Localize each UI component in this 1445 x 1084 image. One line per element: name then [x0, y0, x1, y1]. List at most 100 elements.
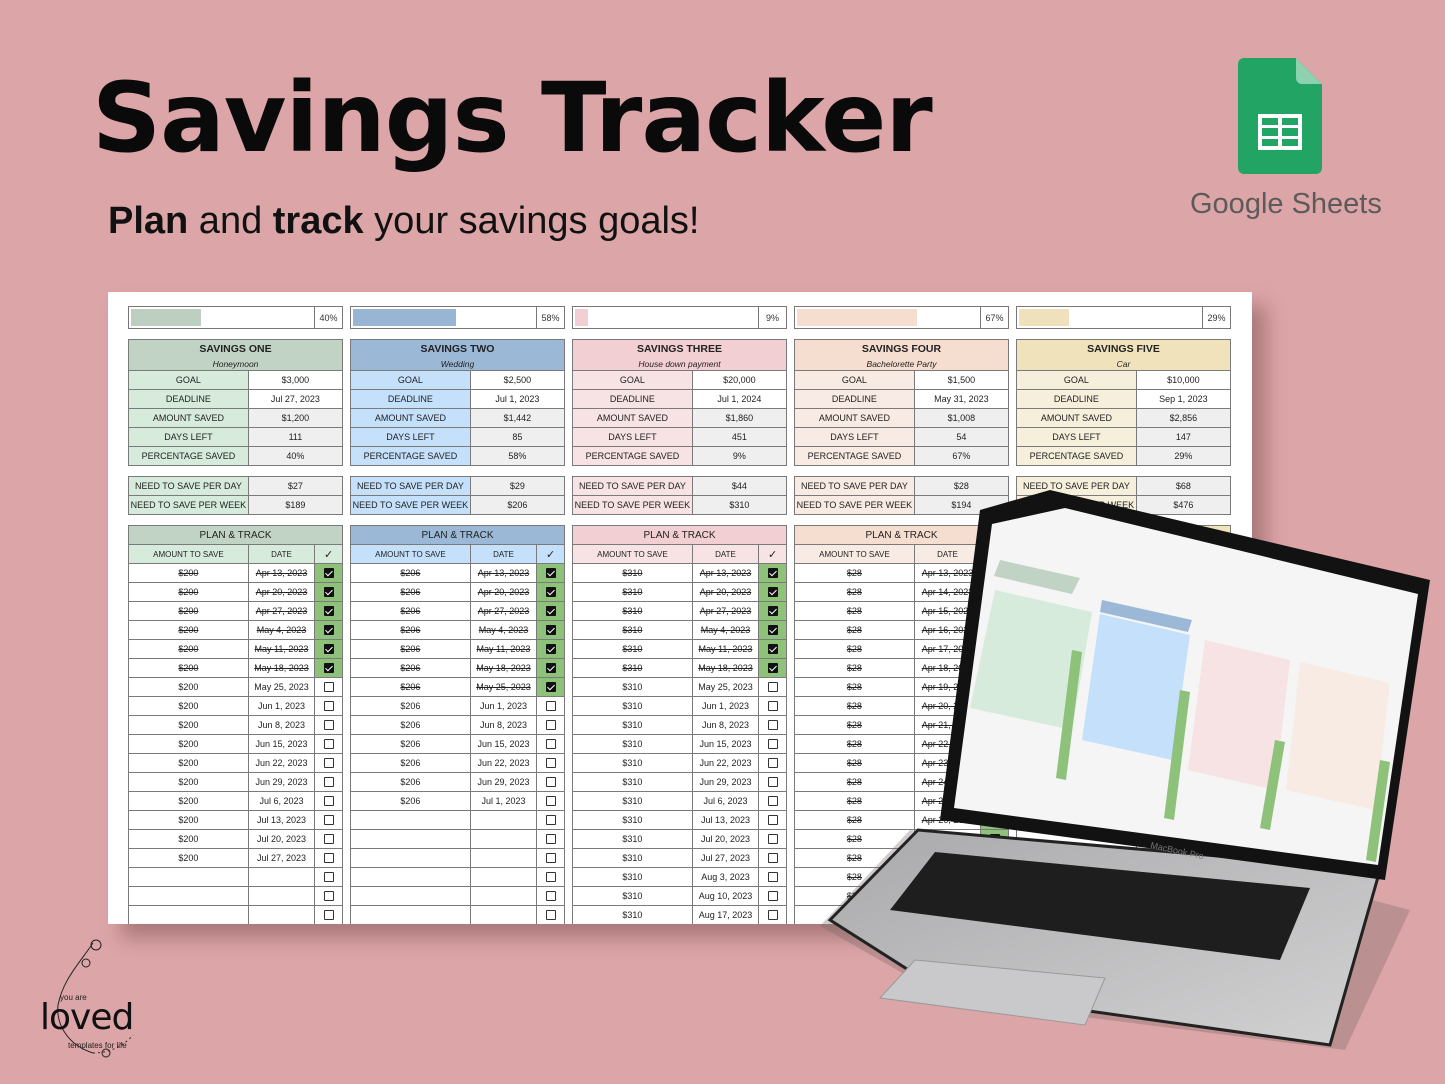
summary-value[interactable]: 54: [913, 427, 1010, 447]
summary-value[interactable]: $1,442: [469, 408, 566, 428]
summary-value[interactable]: 58%: [469, 446, 566, 466]
plan-date[interactable]: Jun 22, 2023: [691, 753, 760, 773]
plan-amount[interactable]: $200: [128, 753, 249, 773]
checked-checkbox[interactable]: [323, 663, 334, 674]
checked-checkbox[interactable]: [323, 644, 334, 655]
plan-amount[interactable]: $200: [128, 620, 249, 640]
summary-value[interactable]: Jul 27, 2023: [247, 389, 344, 409]
unchecked-checkbox[interactable]: [545, 834, 556, 845]
plan-date[interactable]: May 18, 2023: [469, 658, 538, 678]
plan-date[interactable]: [469, 886, 538, 906]
plan-amount[interactable]: $200: [128, 791, 249, 811]
plan-amount[interactable]: $310: [572, 734, 693, 754]
plan-amount[interactable]: $200: [128, 658, 249, 678]
plan-date[interactable]: [469, 905, 538, 924]
checked-checkbox[interactable]: [545, 644, 556, 655]
unchecked-checkbox[interactable]: [767, 834, 778, 845]
unchecked-checkbox[interactable]: [323, 682, 334, 693]
unchecked-checkbox[interactable]: [323, 815, 334, 826]
plan-amount[interactable]: $206: [350, 734, 471, 754]
plan-date[interactable]: Jul 13, 2023: [691, 810, 760, 830]
plan-amount[interactable]: $310: [572, 601, 693, 621]
summary-value[interactable]: $1,500: [913, 370, 1010, 390]
plan-date[interactable]: Jun 8, 2023: [469, 715, 538, 735]
plan-date[interactable]: Jun 29, 2023: [691, 772, 760, 792]
unchecked-checkbox[interactable]: [545, 815, 556, 826]
summary-value[interactable]: $20,000: [691, 370, 788, 390]
unchecked-checkbox[interactable]: [545, 701, 556, 712]
plan-amount[interactable]: $310: [572, 867, 693, 887]
plan-amount[interactable]: [350, 829, 471, 849]
unchecked-checkbox[interactable]: [545, 891, 556, 902]
unchecked-checkbox[interactable]: [545, 720, 556, 731]
summary-value[interactable]: $2,856: [1135, 408, 1232, 428]
plan-amount[interactable]: $200: [128, 677, 249, 697]
plan-amount[interactable]: $200: [128, 715, 249, 735]
plan-amount[interactable]: $310: [572, 753, 693, 773]
plan-amount[interactable]: $206: [350, 696, 471, 716]
unchecked-checkbox[interactable]: [767, 701, 778, 712]
checked-checkbox[interactable]: [545, 587, 556, 598]
plan-amount[interactable]: $310: [572, 772, 693, 792]
plan-amount[interactable]: $200: [128, 772, 249, 792]
unchecked-checkbox[interactable]: [545, 910, 556, 921]
plan-amount[interactable]: [128, 905, 249, 924]
plan-amount[interactable]: $310: [572, 810, 693, 830]
plan-date[interactable]: [469, 867, 538, 887]
checked-checkbox[interactable]: [767, 587, 778, 598]
unchecked-checkbox[interactable]: [767, 682, 778, 693]
summary-value[interactable]: May 31, 2023: [913, 389, 1010, 409]
unchecked-checkbox[interactable]: [767, 796, 778, 807]
plan-date[interactable]: Jun 15, 2023: [691, 734, 760, 754]
plan-amount[interactable]: $206: [350, 658, 471, 678]
summary-value[interactable]: 9%: [691, 446, 788, 466]
plan-date[interactable]: Aug 17, 2023: [691, 905, 760, 924]
plan-amount[interactable]: $200: [128, 696, 249, 716]
plan-date[interactable]: May 18, 2023: [247, 658, 316, 678]
summary-value[interactable]: 29%: [1135, 446, 1232, 466]
plan-date[interactable]: Jun 1, 2023: [247, 696, 316, 716]
plan-date[interactable]: Jun 1, 2023: [469, 696, 538, 716]
unchecked-checkbox[interactable]: [323, 777, 334, 788]
plan-amount[interactable]: $200: [128, 848, 249, 868]
plan-date[interactable]: Apr 13, 2023: [247, 563, 316, 583]
plan-amount[interactable]: $310: [572, 848, 693, 868]
plan-amount[interactable]: $310: [572, 886, 693, 906]
checked-checkbox[interactable]: [545, 682, 556, 693]
plan-amount[interactable]: $310: [572, 696, 693, 716]
plan-amount[interactable]: $206: [350, 582, 471, 602]
plan-date[interactable]: Jul 1, 2023: [469, 791, 538, 811]
unchecked-checkbox[interactable]: [767, 739, 778, 750]
plan-date[interactable]: Jul 27, 2023: [247, 848, 316, 868]
plan-date[interactable]: Apr 13, 2023: [469, 563, 538, 583]
plan-date[interactable]: Jun 29, 2023: [469, 772, 538, 792]
summary-value[interactable]: $1,860: [691, 408, 788, 428]
plan-amount[interactable]: $200: [128, 810, 249, 830]
summary-value[interactable]: $2,500: [469, 370, 566, 390]
plan-date[interactable]: May 25, 2023: [691, 677, 760, 697]
unchecked-checkbox[interactable]: [323, 891, 334, 902]
unchecked-checkbox[interactable]: [767, 758, 778, 769]
plan-date[interactable]: Jul 27, 2023: [691, 848, 760, 868]
plan-date[interactable]: Jun 15, 2023: [247, 734, 316, 754]
plan-amount[interactable]: $206: [350, 677, 471, 697]
plan-date[interactable]: [247, 905, 316, 924]
plan-date[interactable]: Apr 13, 2023: [691, 563, 760, 583]
plan-amount[interactable]: $310: [572, 905, 693, 924]
unchecked-checkbox[interactable]: [767, 815, 778, 826]
plan-amount[interactable]: $206: [350, 715, 471, 735]
plan-amount[interactable]: $200: [128, 563, 249, 583]
checked-checkbox[interactable]: [545, 625, 556, 636]
plan-amount[interactable]: $310: [572, 715, 693, 735]
plan-date[interactable]: Jun 8, 2023: [247, 715, 316, 735]
summary-value[interactable]: $10,000: [1135, 370, 1232, 390]
plan-date[interactable]: Jul 6, 2023: [691, 791, 760, 811]
plan-amount[interactable]: $206: [350, 753, 471, 773]
summary-value[interactable]: 67%: [913, 446, 1010, 466]
plan-amount[interactable]: $310: [572, 582, 693, 602]
unchecked-checkbox[interactable]: [323, 701, 334, 712]
unchecked-checkbox[interactable]: [545, 853, 556, 864]
checked-checkbox[interactable]: [323, 606, 334, 617]
plan-date[interactable]: May 25, 2023: [247, 677, 316, 697]
summary-value[interactable]: Sep 1, 2023: [1135, 389, 1232, 409]
